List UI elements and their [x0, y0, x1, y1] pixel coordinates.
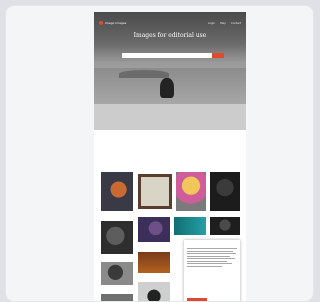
image-tile[interactable]: [101, 172, 133, 216]
image-thumbnail: [210, 172, 240, 211]
text-line: [187, 253, 236, 254]
image-tile[interactable]: [210, 172, 240, 216]
image-tile[interactable]: [101, 262, 133, 290]
image-tile[interactable]: [176, 172, 206, 216]
image-thumbnail: [174, 217, 206, 235]
image-thumbnail: [138, 282, 170, 301]
image-tile[interactable]: [138, 217, 170, 247]
image-thumbnail: [176, 172, 206, 211]
site-logo-text: Imago Images: [105, 21, 127, 25]
cookie-consent-dialog: [184, 240, 240, 301]
image-thumbnail: [101, 172, 133, 211]
text-line: [187, 260, 227, 262]
image-thumbnail: [101, 294, 133, 301]
nav-link-help[interactable]: Help: [220, 22, 226, 25]
site-logo[interactable]: Imago Images: [99, 21, 126, 25]
text-line: [187, 258, 235, 259]
text-line: [187, 255, 230, 257]
text-line: [187, 263, 232, 264]
preview-card: Images for editorial use Imago Images Lo…: [5, 5, 314, 302]
image-tile[interactable]: [101, 221, 133, 259]
consent-actions: [187, 298, 237, 301]
text-line: [187, 250, 233, 252]
image-thumbnail: [138, 217, 170, 242]
image-thumbnail: [138, 252, 170, 273]
logo-mark-icon: [99, 21, 103, 25]
image-tile[interactable]: [174, 217, 206, 239]
image-thumbnail: [101, 262, 133, 285]
image-thumbnail: [101, 221, 133, 254]
image-tile[interactable]: [138, 174, 172, 214]
image-tile[interactable]: [101, 294, 133, 301]
nav-link-contact[interactable]: Contact: [231, 22, 241, 25]
image-tile[interactable]: [138, 282, 170, 301]
accept-all-button[interactable]: [187, 298, 207, 301]
text-line: [187, 248, 237, 249]
website-screenshot: Images for editorial use Imago Images Lo…: [94, 12, 246, 301]
header-nav: Login Help Contact: [208, 22, 241, 25]
image-tile[interactable]: [138, 252, 170, 278]
image-thumbnail: [210, 217, 240, 235]
consent-text: [187, 248, 237, 267]
nav-link-login[interactable]: Login: [208, 22, 215, 25]
image-thumbnail: [138, 174, 172, 209]
text-line: [187, 265, 222, 267]
site-header: Imago Images Login Help Contact: [94, 12, 246, 34]
image-tile[interactable]: [210, 217, 240, 239]
